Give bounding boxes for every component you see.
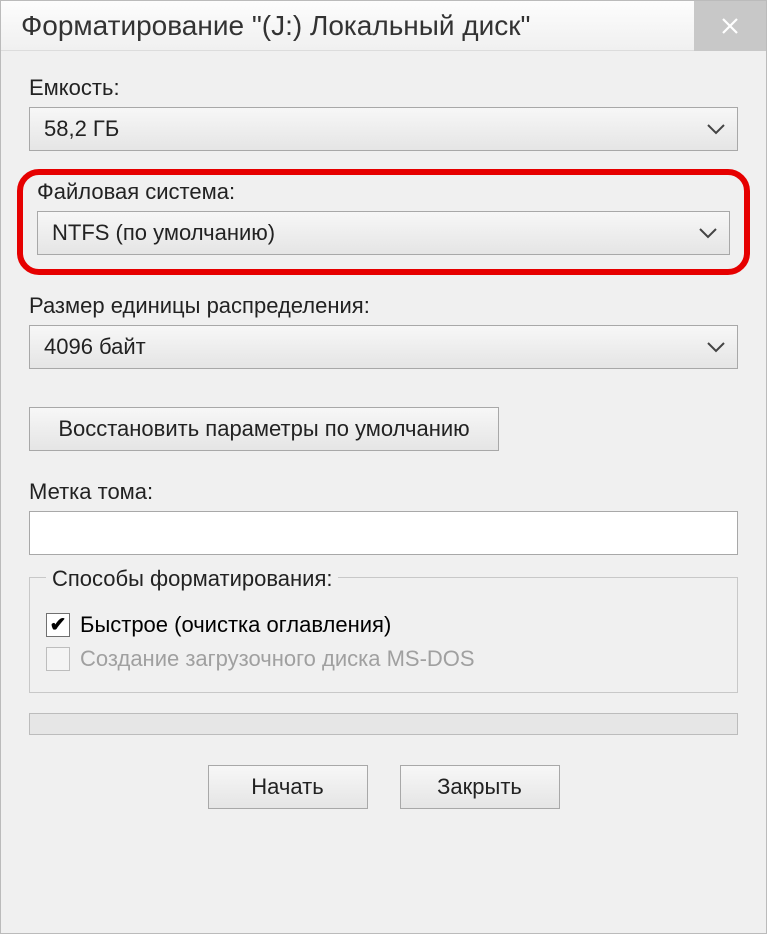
format-options-fieldset: Способы форматирования: ✔ Быстрое (очист… xyxy=(29,577,738,693)
quick-format-row[interactable]: ✔ Быстрое (очистка оглавления) xyxy=(46,612,721,638)
volume-label-label: Метка тома: xyxy=(29,479,738,505)
restore-defaults-button[interactable]: Восстановить параметры по умолчанию xyxy=(29,407,499,451)
chevron-down-icon xyxy=(707,341,725,353)
msdos-boot-label: Создание загрузочного диска MS-DOS xyxy=(80,646,475,672)
filesystem-label: Файловая система: xyxy=(37,179,730,205)
close-icon xyxy=(721,17,739,35)
window-title: Форматирование "(J:) Локальный диск" xyxy=(21,10,530,42)
allocation-select[interactable]: 4096 байт xyxy=(29,325,738,369)
capacity-select[interactable]: 58,2 ГБ xyxy=(29,107,738,151)
quick-format-label: Быстрое (очистка оглавления) xyxy=(80,612,391,638)
filesystem-select[interactable]: NTFS (по умолчанию) xyxy=(37,211,730,255)
close-button[interactable] xyxy=(694,1,766,51)
capacity-value: 58,2 ГБ xyxy=(44,116,119,142)
volume-label-input[interactable] xyxy=(29,511,738,555)
content-area: Емкость: 58,2 ГБ Файловая система: NTFS … xyxy=(1,51,766,827)
capacity-group: Емкость: 58,2 ГБ xyxy=(29,75,738,151)
format-dialog: Форматирование "(J:) Локальный диск" Емк… xyxy=(0,0,767,934)
progress-bar xyxy=(29,713,738,735)
allocation-label: Размер единицы распределения: xyxy=(29,293,738,319)
filesystem-highlight: Файловая система: NTFS (по умолчанию) xyxy=(17,169,750,275)
msdos-boot-row: Создание загрузочного диска MS-DOS xyxy=(46,646,721,672)
restore-defaults-wrap: Восстановить параметры по умолчанию xyxy=(29,407,738,451)
allocation-value: 4096 байт xyxy=(44,334,146,360)
dialog-footer: Начать Закрыть xyxy=(29,765,738,809)
format-options-legend: Способы форматирования: xyxy=(46,566,338,592)
allocation-group: Размер единицы распределения: 4096 байт xyxy=(29,293,738,369)
titlebar: Форматирование "(J:) Локальный диск" xyxy=(1,1,766,51)
start-button[interactable]: Начать xyxy=(208,765,368,809)
msdos-boot-checkbox xyxy=(46,647,70,671)
close-dialog-label: Закрыть xyxy=(437,774,522,800)
filesystem-value: NTFS (по умолчанию) xyxy=(52,220,275,246)
chevron-down-icon xyxy=(707,123,725,135)
capacity-label: Емкость: xyxy=(29,75,738,101)
chevron-down-icon xyxy=(699,227,717,239)
close-dialog-button[interactable]: Закрыть xyxy=(400,765,560,809)
start-button-label: Начать xyxy=(251,774,323,800)
quick-format-checkbox[interactable]: ✔ xyxy=(46,613,70,637)
volume-label-group: Метка тома: xyxy=(29,479,738,555)
restore-defaults-label: Восстановить параметры по умолчанию xyxy=(58,416,469,442)
